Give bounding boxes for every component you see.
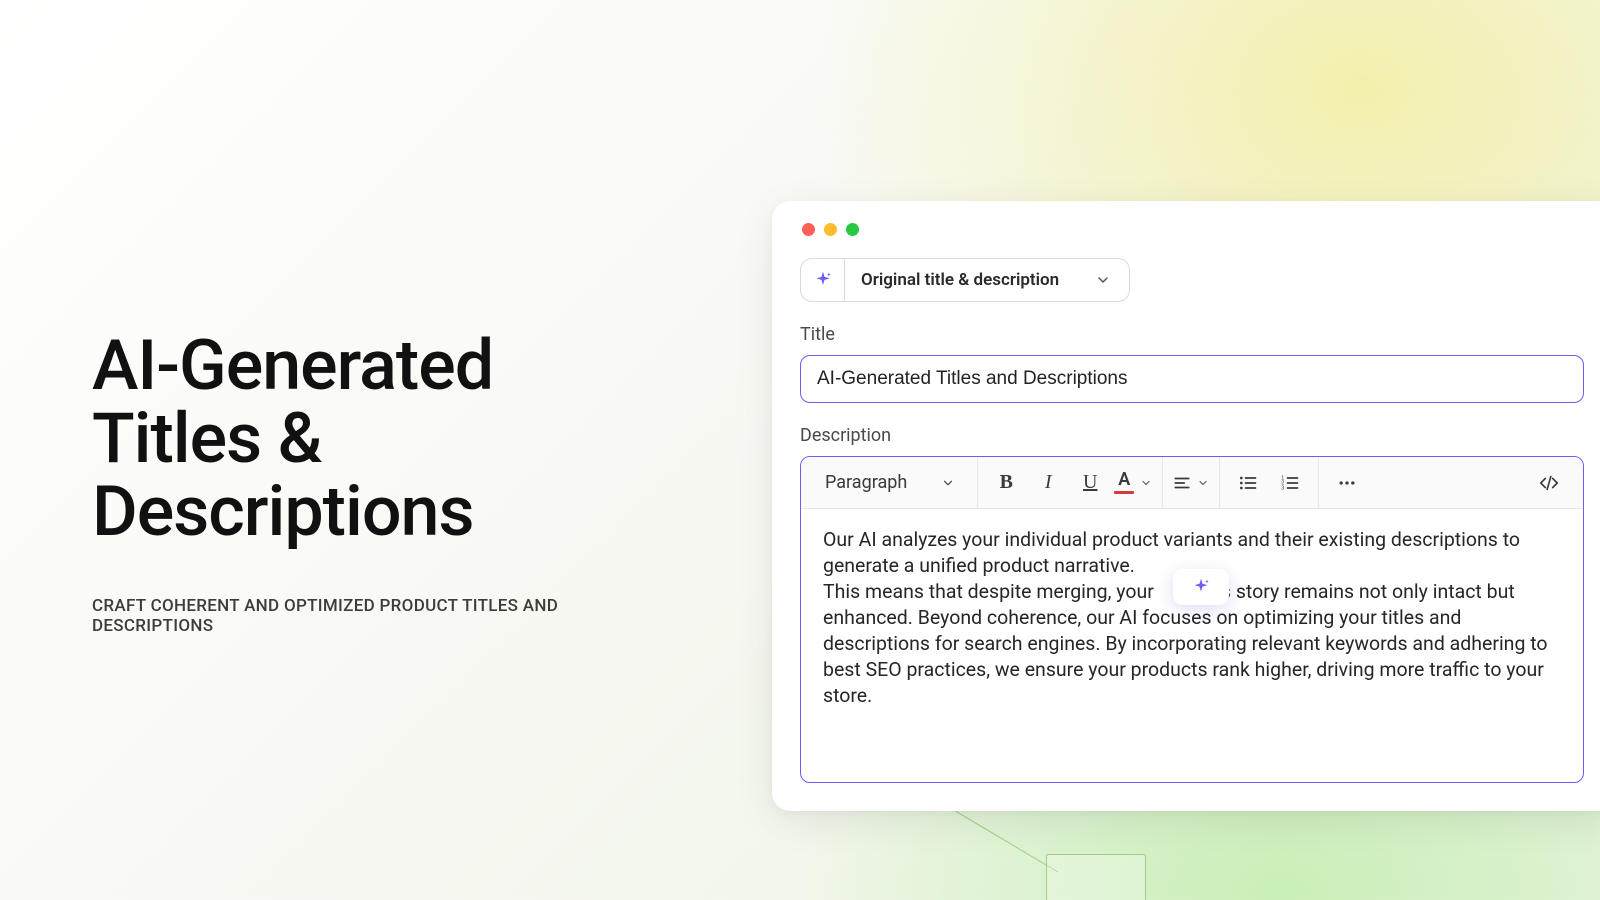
text-color-icon: A <box>1114 471 1134 494</box>
numbered-list-button[interactable]: 1 2 3 <box>1272 465 1308 501</box>
bulleted-list-button[interactable] <box>1230 465 1266 501</box>
minimize-icon[interactable] <box>824 223 837 236</box>
align-button[interactable] <box>1173 465 1209 501</box>
underline-button[interactable]: U <box>1072 465 1108 501</box>
sparkle-icon <box>1190 576 1212 598</box>
numbered-list-icon: 1 2 3 <box>1280 473 1300 493</box>
zoom-icon[interactable] <box>846 223 859 236</box>
svg-text:3: 3 <box>1282 485 1285 491</box>
more-button[interactable] <box>1329 465 1365 501</box>
toolbar-group-more <box>1319 457 1375 508</box>
decorative-rect <box>1046 854 1146 900</box>
hero-subtitle: CRAFT COHERENT AND OPTIMIZED PRODUCT TIT… <box>92 596 652 636</box>
block-style-label: Paragraph <box>825 472 907 493</box>
code-view-button[interactable] <box>1531 465 1567 501</box>
mode-selector-pill[interactable]: Original title & description <box>800 258 1130 302</box>
chevron-down-icon <box>941 476 955 490</box>
hero-block: AI-Generated Titles & Descriptions CRAFT… <box>92 330 652 636</box>
description-field-label: Description <box>800 425 1584 446</box>
close-icon[interactable] <box>802 223 815 236</box>
block-style-select[interactable]: Paragraph <box>811 457 967 508</box>
hero-title: AI-Generated Titles & Descriptions <box>92 330 652 548</box>
editor-toolbar: Paragraph B I U A <box>801 457 1583 509</box>
rich-text-editor: Paragraph B I U A <box>800 456 1584 783</box>
bulleted-list-icon <box>1238 473 1258 493</box>
chevron-down-icon <box>1077 272 1129 288</box>
italic-button[interactable]: I <box>1030 465 1066 501</box>
description-textarea[interactable]: Our AI analyzes your individual product … <box>801 509 1583 782</box>
ellipsis-icon <box>1337 473 1357 493</box>
ai-suggestion-badge <box>1173 569 1229 605</box>
bold-button[interactable]: B <box>988 465 1024 501</box>
code-icon <box>1538 472 1560 494</box>
text-color-button[interactable]: A <box>1114 465 1152 501</box>
toolbar-group-align <box>1163 457 1220 508</box>
chevron-down-icon <box>1140 477 1152 489</box>
mode-selector-row: Original title & description <box>800 258 1584 302</box>
chevron-down-icon <box>1197 477 1209 489</box>
sparkle-icon <box>801 258 845 302</box>
toolbar-group-code <box>1521 457 1583 508</box>
align-left-icon <box>1173 474 1191 492</box>
toolbar-group-lists: 1 2 3 <box>1220 457 1319 508</box>
app-window: Original title & description Title Descr… <box>772 201 1600 811</box>
toolbar-group-inline: B I U A <box>978 457 1163 508</box>
mode-selector-label: Original title & description <box>845 270 1077 290</box>
window-traffic-lights <box>802 223 1584 236</box>
toolbar-group-block: Paragraph <box>801 457 978 508</box>
title-field-label: Title <box>800 324 1584 345</box>
title-input[interactable] <box>800 355 1584 403</box>
